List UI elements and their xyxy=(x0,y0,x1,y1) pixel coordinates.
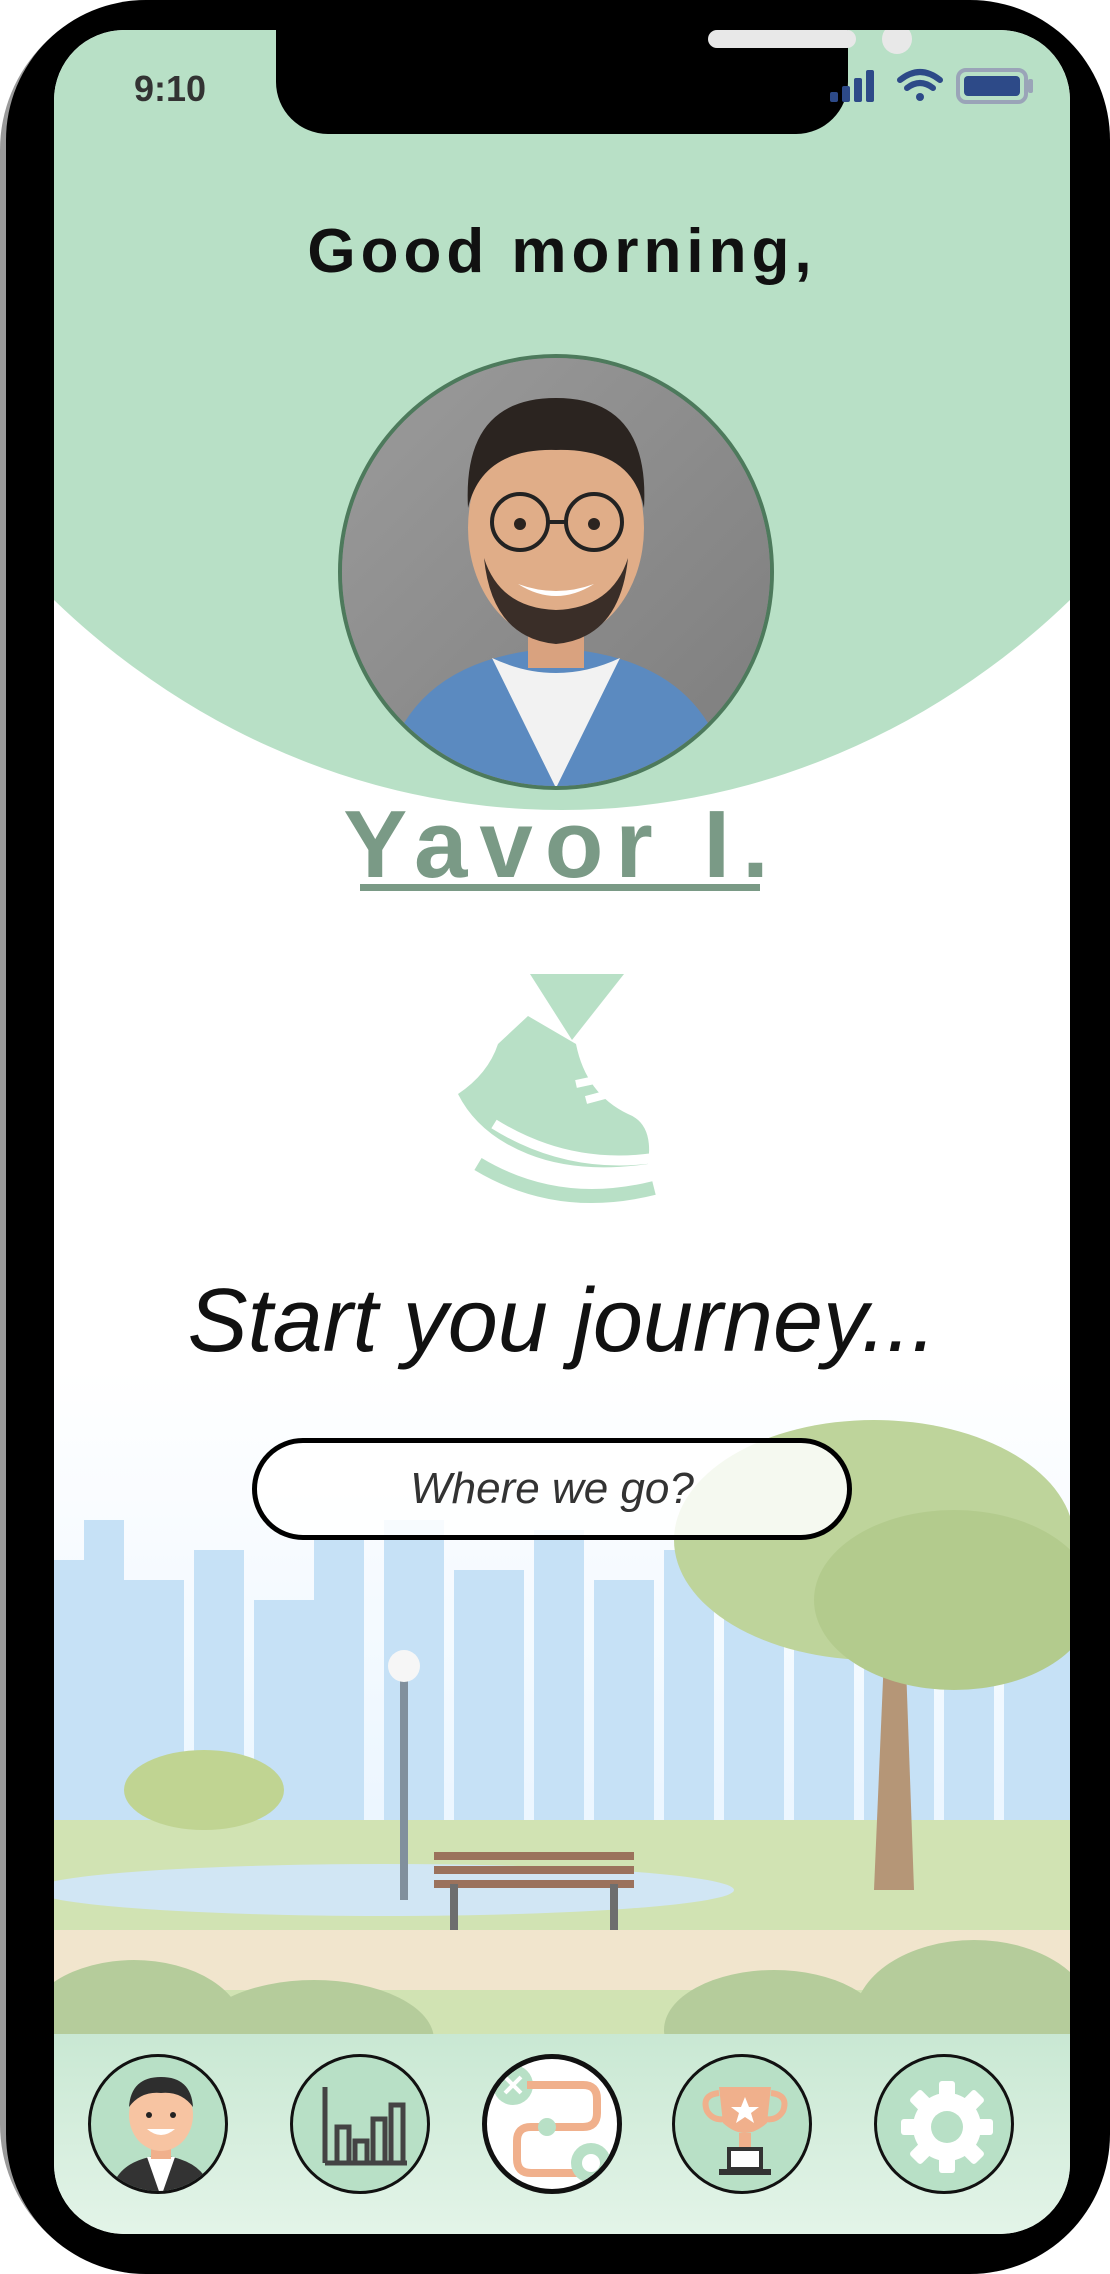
greeting-text: Good morning, xyxy=(307,217,817,286)
user-name-underline xyxy=(360,884,760,891)
tagline: Start you journey... xyxy=(187,1271,937,1371)
person-avatar-icon xyxy=(111,2077,211,2191)
destination-search-input[interactable]: Where we go? xyxy=(252,1438,852,1540)
battery-icon xyxy=(956,68,1033,104)
phone-device: 9:10 Good morning, Yavor I. Start you jo… xyxy=(0,0,1110,2274)
signal-icon xyxy=(830,70,874,102)
tab-statistics[interactable] xyxy=(290,2054,430,2194)
notch xyxy=(276,30,912,134)
tab-route[interactable] xyxy=(482,2054,622,2194)
profile-photo[interactable] xyxy=(338,354,774,790)
speaker xyxy=(708,30,856,48)
wifi-icon xyxy=(897,69,943,101)
tab-profile[interactable] xyxy=(88,2054,228,2194)
status-icons xyxy=(830,66,1040,106)
gear-icon xyxy=(901,2081,993,2173)
tab-achievements[interactable] xyxy=(672,2054,812,2194)
tab-settings[interactable] xyxy=(874,2054,1014,2194)
trophy-icon xyxy=(702,2087,788,2175)
shoe-icon xyxy=(458,974,668,1204)
status-time: 9:10 xyxy=(134,68,207,109)
route-icon xyxy=(493,2065,611,2183)
app-screen: 9:10 Good morning, Yavor I. Start you jo… xyxy=(54,30,1070,2234)
bar-chart-icon xyxy=(322,2087,407,2166)
